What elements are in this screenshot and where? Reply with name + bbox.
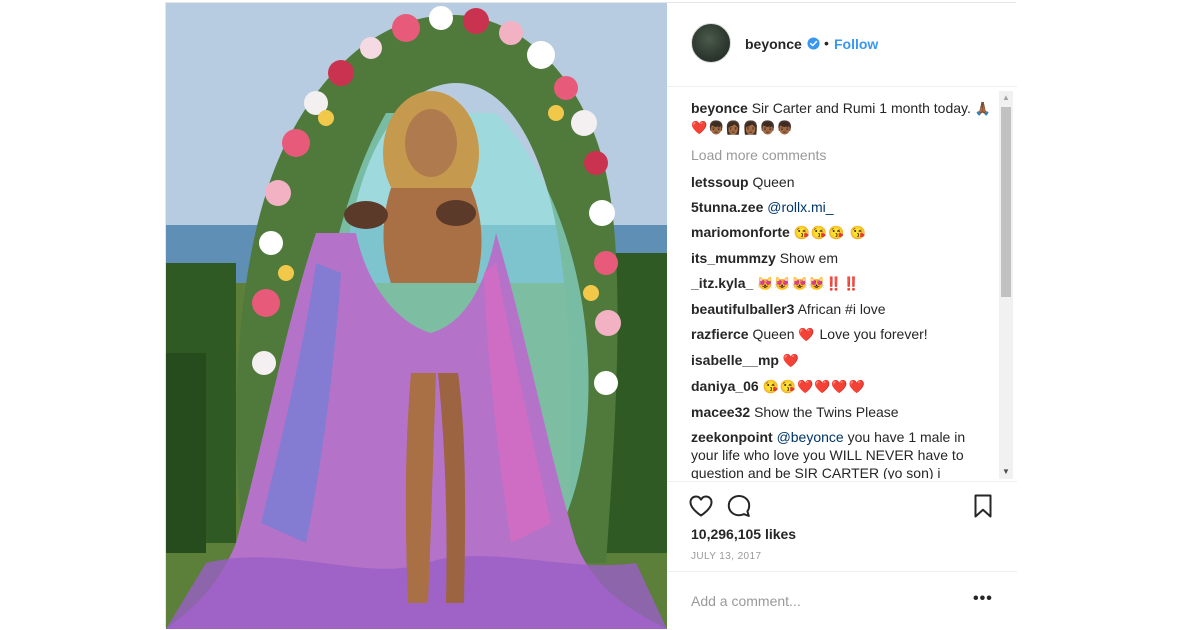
more-options-icon[interactable]: •••	[973, 590, 993, 608]
comment-username[interactable]: zeekonpoint	[691, 429, 773, 445]
comment-emojis: 😘😘😘 😘	[793, 225, 868, 240]
comment-emojis: 😻😻😻😻‼️‼️	[757, 276, 861, 291]
post-header: beyonce • Follow	[667, 3, 1017, 87]
comment-item: mariomonforte 😘😘😘 😘	[691, 223, 995, 242]
add-comment-bar: •••	[667, 571, 1017, 629]
comment-item: macee32 Show the Twins Please	[691, 403, 995, 421]
post-date: JULY 13, 2017	[691, 551, 762, 562]
comment-text: Show em	[779, 250, 839, 266]
scroll-up-arrow-icon[interactable]: ▲	[999, 91, 1013, 105]
comment-username[interactable]: _itz.kyla_	[691, 275, 753, 291]
header-separator: •	[824, 35, 829, 51]
comment-item: isabelle__mp ❤️	[691, 351, 995, 370]
post-actions-bar	[667, 481, 1017, 529]
comment-mention[interactable]: @beyonce	[777, 429, 844, 445]
author-username[interactable]: beyonce	[745, 36, 802, 52]
scroll-down-arrow-icon[interactable]: ▼	[999, 465, 1013, 479]
comment-item: letssoup Queen	[691, 173, 995, 191]
follow-button[interactable]: Follow	[834, 36, 878, 52]
likes-count[interactable]: 10,296,105 likes	[691, 526, 796, 542]
comment-username[interactable]: mariomonforte	[691, 224, 790, 240]
comment-text: Show the Twins Please	[754, 404, 899, 420]
post-side-panel: beyonce • Follow beyonce Sir Carter and …	[667, 3, 1017, 629]
avatar[interactable]	[691, 23, 731, 63]
comment-emojis: ❤️	[798, 327, 816, 342]
scrollbar-thumb[interactable]	[1001, 107, 1011, 297]
comment-item: 5tunna.zee @rollx.mi_	[691, 198, 995, 216]
comment-username[interactable]: razfierce	[691, 326, 749, 342]
comment-text: African #i love	[797, 301, 886, 317]
comment-emojis: ❤️	[782, 353, 801, 368]
comment-username[interactable]: 5tunna.zee	[691, 199, 763, 215]
comment-text-2: Love you forever!	[819, 326, 928, 342]
comment-emojis: 😘😘❤️❤️❤️❤️	[762, 379, 866, 394]
post-photo[interactable]	[166, 3, 667, 629]
comment-username[interactable]: daniya_06	[691, 378, 759, 394]
caption-text: Sir Carter and Rumi 1 month today.	[751, 100, 971, 116]
bookmark-icon[interactable]	[969, 492, 997, 520]
post-caption: beyonce Sir Carter and Rumi 1 month toda…	[691, 99, 995, 137]
comment-username[interactable]: isabelle__mp	[691, 352, 779, 368]
comment-item: zeekonpoint @beyonce you have 1 male in …	[691, 428, 995, 479]
comment-username[interactable]: its_mummzy	[691, 250, 776, 266]
instagram-post: beyonce • Follow beyonce Sir Carter and …	[165, 2, 1017, 629]
comment-item: _itz.kyla_ 😻😻😻😻‼️‼️	[691, 274, 995, 293]
comment-item: its_mummzy Show em	[691, 249, 995, 267]
comment-username[interactable]: letssoup	[691, 174, 749, 190]
heart-icon[interactable]	[687, 492, 715, 520]
comment-item: razfierce Queen ❤️ Love you forever!	[691, 325, 995, 344]
comment-text: Queen	[752, 326, 795, 342]
load-more-comments-button[interactable]: Load more comments	[691, 146, 995, 164]
comment-text: Queen	[752, 174, 795, 190]
comment-icon[interactable]	[725, 492, 753, 520]
comments-list: beyonce Sir Carter and Rumi 1 month toda…	[691, 99, 995, 479]
add-comment-input[interactable]	[691, 590, 961, 612]
post-photo-illustration	[166, 3, 667, 629]
comment-username[interactable]: beautifulballer3	[691, 301, 794, 317]
caption-username[interactable]: beyonce	[691, 100, 748, 116]
comment-username[interactable]: macee32	[691, 404, 750, 420]
comment-item: beautifulballer3 African #i love	[691, 300, 995, 318]
comments-scrollbar[interactable]: ▲ ▼	[999, 91, 1013, 479]
comment-item: daniya_06 😘😘❤️❤️❤️❤️	[691, 377, 995, 396]
comment-mention[interactable]: @rollx.mi_	[767, 199, 833, 215]
verified-icon	[807, 37, 820, 50]
